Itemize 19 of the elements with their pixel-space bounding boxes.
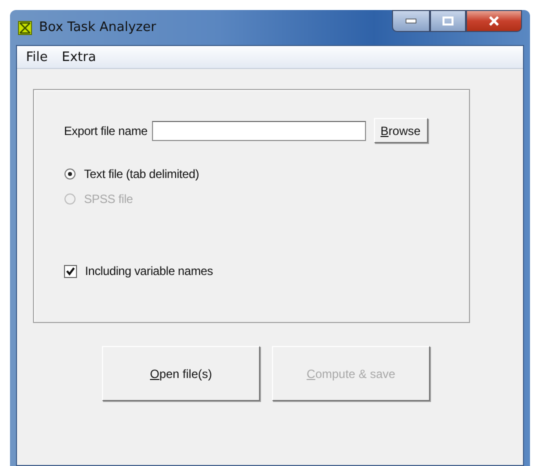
maximize-icon xyxy=(442,16,454,26)
menu-item[interactable]: Extra xyxy=(56,50,102,64)
checkbox[interactable] xyxy=(64,264,77,278)
checkbox-label: Including variable names xyxy=(85,264,213,278)
menu-item[interactable]: File xyxy=(21,50,53,64)
close-button[interactable] xyxy=(466,10,522,32)
browse-button[interactable]: Browse xyxy=(374,118,428,143)
field-label: Export file name xyxy=(64,124,148,138)
radio-label: Text file (tab delimited) xyxy=(84,167,200,181)
maximize-button[interactable] xyxy=(430,10,466,32)
close-icon xyxy=(488,16,500,26)
minimize-button[interactable] xyxy=(392,10,430,32)
app-icon xyxy=(18,20,32,34)
export-file-field[interactable] xyxy=(152,120,366,140)
radio-label: SPSS file xyxy=(84,192,133,206)
minimize-icon xyxy=(405,18,417,24)
window-title: Box Task Analyzer xyxy=(39,20,156,35)
radio-button[interactable] xyxy=(64,168,76,180)
open-files-button[interactable]: Open file(s) xyxy=(102,346,260,401)
